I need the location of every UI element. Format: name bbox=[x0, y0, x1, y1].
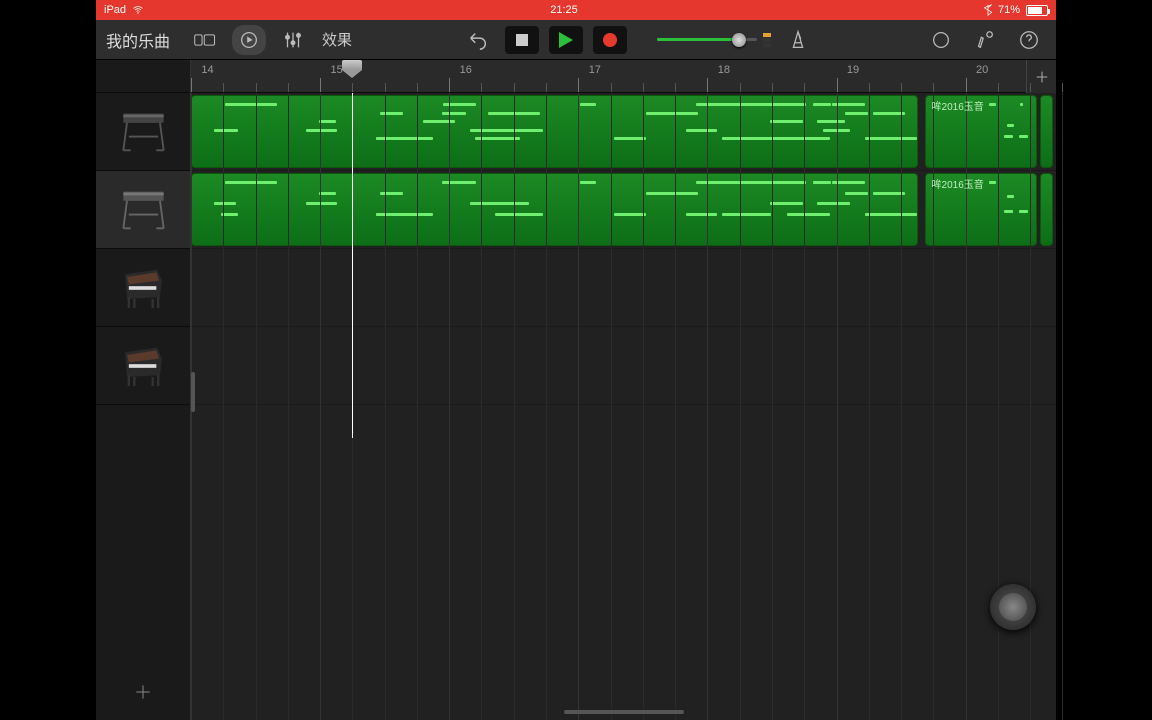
midi-clip[interactable]: 哞2016玉音 bbox=[925, 95, 1037, 168]
level-meter bbox=[763, 33, 771, 47]
track-header-column bbox=[96, 60, 191, 720]
master-volume[interactable] bbox=[657, 33, 771, 47]
home-indicator[interactable] bbox=[564, 710, 684, 714]
device-label: iPad bbox=[104, 4, 126, 16]
playhead-handle[interactable] bbox=[342, 60, 362, 74]
midi-clip[interactable] bbox=[1040, 95, 1053, 168]
vertical-scrollbar[interactable] bbox=[191, 372, 195, 412]
track-header-3[interactable] bbox=[96, 249, 190, 327]
piano-icon bbox=[116, 336, 171, 396]
instrument-browser-button[interactable] bbox=[232, 25, 266, 55]
track-header-2[interactable] bbox=[96, 171, 190, 249]
midi-clip[interactable] bbox=[1040, 173, 1053, 246]
help-button[interactable] bbox=[1012, 25, 1046, 55]
clip-label: 哞2016玉音 bbox=[932, 176, 984, 191]
stop-button[interactable] bbox=[505, 26, 539, 54]
song-title[interactable]: 我的乐曲 bbox=[106, 28, 170, 52]
view-toggle-button[interactable] bbox=[188, 25, 222, 55]
status-bar: iPad 21:25 71% bbox=[96, 0, 1056, 20]
track-lanes[interactable]: 哞2016玉音 哞2016玉音 bbox=[191, 93, 1056, 720]
keyboard-icon bbox=[116, 102, 171, 162]
clock: 21:25 bbox=[550, 4, 578, 16]
timeline-area[interactable]: 14151617181920 哞2016玉音 bbox=[191, 60, 1056, 720]
mixer-button[interactable] bbox=[276, 25, 310, 55]
play-button[interactable] bbox=[549, 26, 583, 54]
zoom-knob[interactable] bbox=[990, 584, 1036, 630]
track-header-1[interactable] bbox=[96, 93, 190, 171]
transport-controls bbox=[461, 25, 815, 55]
playhead-line bbox=[352, 93, 353, 438]
bluetooth-icon bbox=[984, 4, 992, 16]
midi-clip[interactable] bbox=[191, 173, 918, 246]
battery-icon bbox=[1026, 5, 1048, 16]
clip-label: 哞2016玉音 bbox=[932, 98, 984, 113]
undo-button[interactable] bbox=[461, 25, 495, 55]
midi-clip[interactable] bbox=[191, 95, 918, 168]
midi-clip[interactable]: 哞2016玉音 bbox=[925, 173, 1037, 246]
wifi-icon bbox=[132, 4, 144, 16]
metronome-button[interactable] bbox=[781, 25, 815, 55]
battery-pct: 71% bbox=[998, 4, 1020, 16]
add-track-button[interactable] bbox=[96, 664, 190, 720]
settings-button[interactable] bbox=[968, 25, 1002, 55]
workspace: 14151617181920 哞2016玉音 bbox=[96, 60, 1056, 720]
loop-button[interactable] bbox=[924, 25, 958, 55]
record-button[interactable] bbox=[593, 26, 627, 54]
piano-icon bbox=[116, 258, 171, 318]
bar-ruler[interactable]: 14151617181920 bbox=[191, 60, 1056, 93]
fx-label[interactable]: 效果 bbox=[322, 29, 352, 50]
main-toolbar: 我的乐曲 效果 bbox=[96, 20, 1056, 60]
keyboard-icon bbox=[116, 180, 171, 240]
track-header-4[interactable] bbox=[96, 327, 190, 405]
